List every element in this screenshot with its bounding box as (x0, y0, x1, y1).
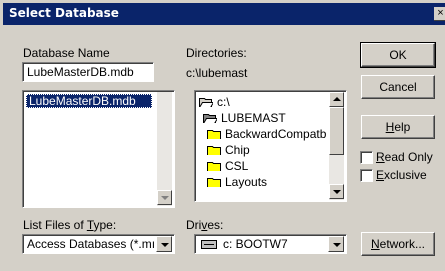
directory-item[interactable]: LUBEMAST (203, 111, 323, 126)
scroll-thumb[interactable] (329, 107, 344, 155)
directory-item[interactable]: CSL (207, 159, 317, 174)
exclusive-checkbox[interactable]: Exclusive (360, 168, 440, 183)
file-list-scrollbar[interactable] (157, 92, 172, 206)
list-item-label: LubeMasterDB.mdb (29, 94, 136, 108)
read-only-label: Read Only (376, 150, 433, 164)
drives-value: c: BOOTW7 (223, 237, 288, 251)
directory-label: LUBEMAST (221, 111, 286, 125)
chevron-down-icon (161, 243, 169, 247)
drive-icon (201, 240, 217, 249)
directory-label: Chip (225, 143, 250, 157)
down-arrow-icon (333, 190, 341, 194)
drives-dropdown-button[interactable] (328, 236, 344, 252)
directory-scrollbar[interactable] (329, 92, 344, 200)
open-folder-icon (203, 114, 217, 123)
database-file-list[interactable]: LubeMasterDB.mdb (22, 90, 175, 208)
network-button[interactable]: Network... (361, 232, 435, 256)
current-path: c:\lubemast (186, 66, 248, 80)
database-name-input[interactable]: LubeMasterDB.mdb (22, 62, 154, 82)
directory-item[interactable]: Chip (207, 143, 317, 158)
title-bar[interactable]: Select Database × (3, 3, 445, 25)
folder-icon (207, 178, 221, 187)
folder-icon (207, 162, 221, 171)
down-arrow-icon (161, 196, 169, 200)
select-database-dialog: Select Database × Database Name LubeMast… (0, 0, 445, 271)
drives-label: Drives: (186, 218, 224, 232)
directory-label: CSL (225, 159, 249, 173)
directory-label: Layouts (225, 175, 268, 189)
open-folder-icon (199, 98, 213, 107)
scroll-down-button[interactable] (329, 184, 344, 199)
close-icon: × (437, 7, 444, 19)
file-type-dropdown-button[interactable] (156, 236, 172, 252)
exclusive-box[interactable] (360, 169, 373, 182)
help-button[interactable]: Help (361, 115, 435, 139)
directory-item[interactable]: BackwardCompatb (207, 127, 333, 142)
directory-item[interactable]: Layouts (207, 175, 317, 190)
scroll-up-button[interactable] (329, 92, 344, 107)
help-mnemonic: H (385, 120, 395, 134)
ok-button[interactable]: OK (360, 42, 436, 68)
folder-icon (207, 130, 221, 139)
directory-item[interactable]: c:\ (199, 95, 309, 110)
dialog-title: Select Database (9, 6, 119, 20)
database-name-value: LubeMasterDB.mdb (27, 65, 134, 79)
database-name-label: Database Name (23, 46, 110, 60)
read-only-box[interactable] (360, 151, 373, 164)
file-type-select[interactable]: Access Databases (*.mı (22, 234, 175, 254)
exclusive-label: Exclusive (376, 168, 427, 182)
read-only-checkbox[interactable]: Read Only (360, 150, 440, 165)
directory-label: c:\ (217, 95, 230, 109)
close-button[interactable]: × (434, 7, 445, 21)
list-item-selected[interactable]: LubeMasterDB.mdb (26, 94, 152, 108)
directories-label: Directories: (186, 46, 247, 60)
scroll-down-button[interactable] (157, 190, 172, 205)
cancel-button[interactable]: Cancel (361, 75, 435, 99)
file-type-label: List Files of Type: (23, 218, 117, 232)
chevron-down-icon (333, 243, 341, 247)
network-mnemonic: N (370, 237, 380, 251)
file-type-value: Access Databases (*.mı (27, 237, 155, 251)
drives-select[interactable]: c: BOOTW7 (194, 234, 347, 254)
up-arrow-icon (333, 97, 341, 101)
folder-icon (207, 146, 221, 155)
directory-tree[interactable]: c:\ LUBEMAST BackwardCompatb Chip CSL La… (194, 90, 347, 202)
directory-label: BackwardCompatb (225, 127, 327, 141)
